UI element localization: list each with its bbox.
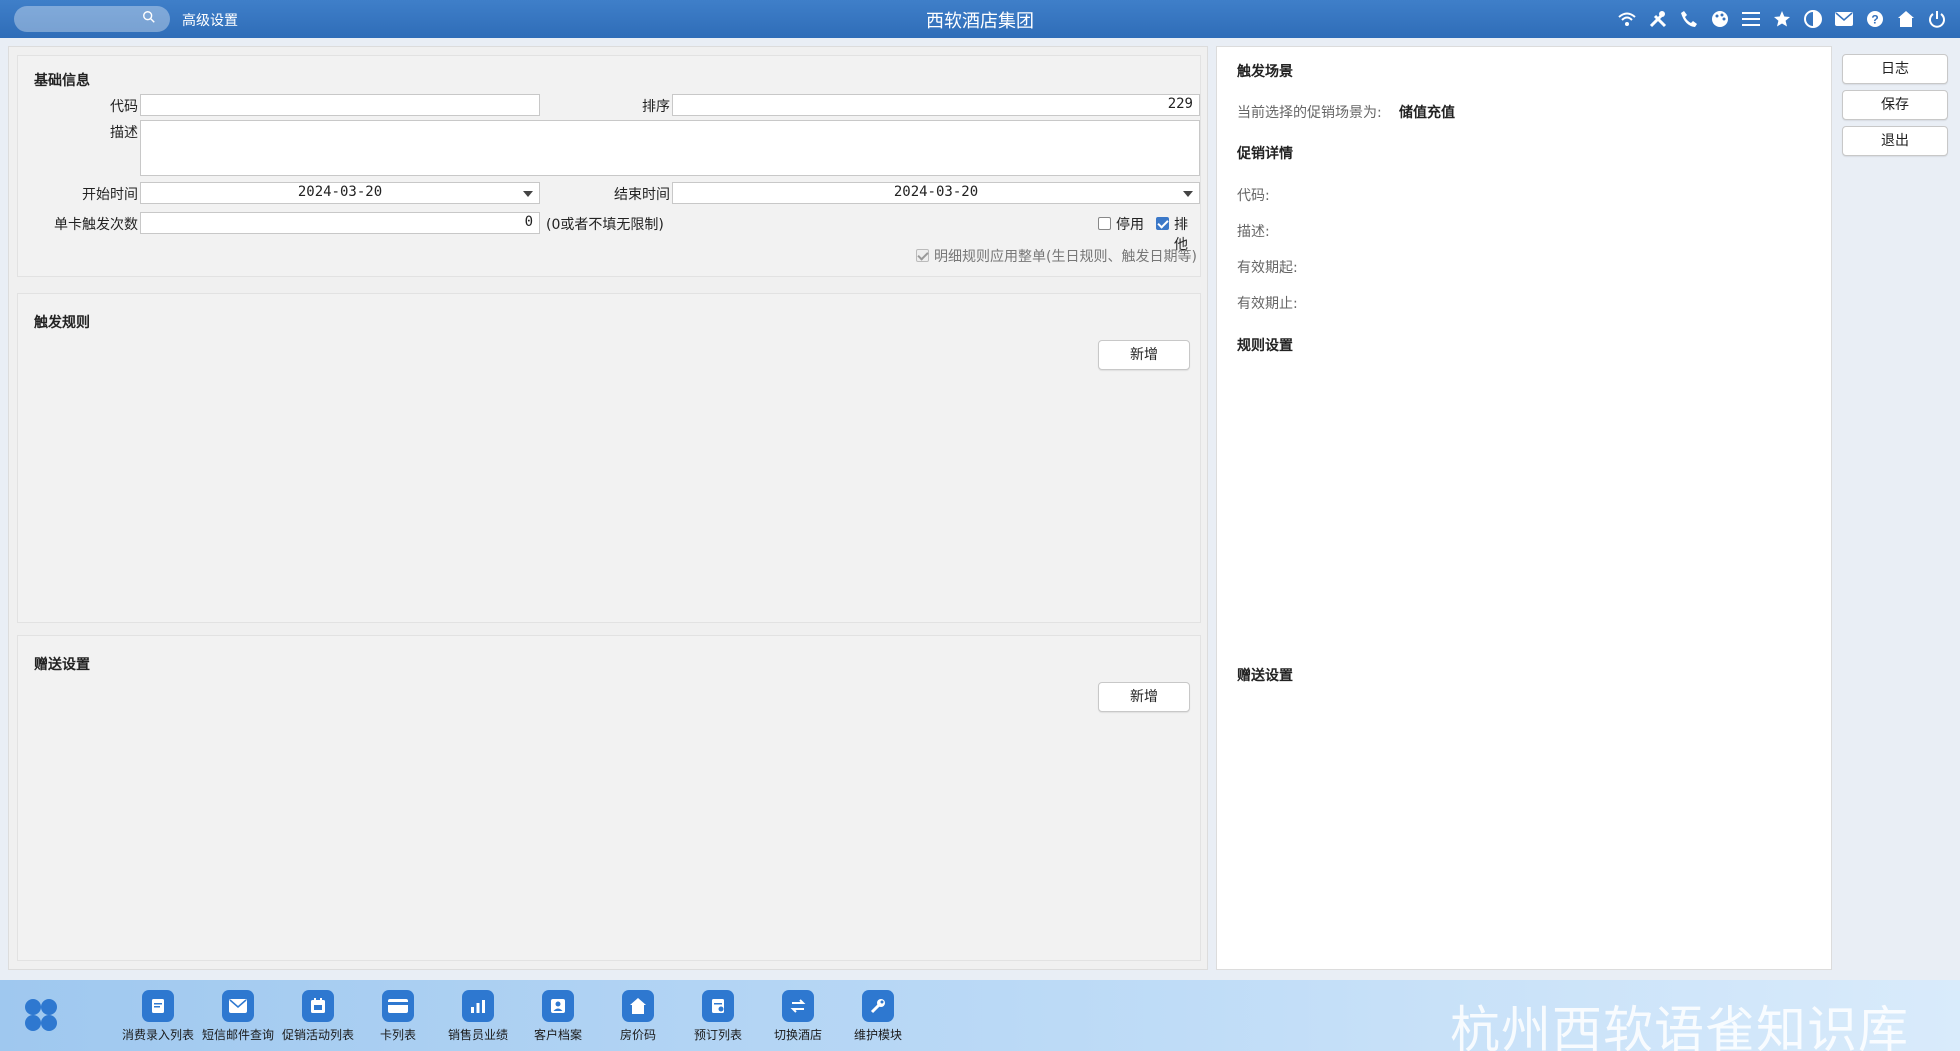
calendar-icon	[302, 990, 334, 1022]
watermark-text: 杭州西软语雀知识库	[1450, 1001, 1909, 1051]
mail-icon	[222, 990, 254, 1022]
rule-settings-title: 规则设置	[1237, 338, 1293, 354]
sort-input[interactable]: 229	[672, 94, 1200, 116]
desc-label: 描述	[110, 125, 138, 141]
start-time-value: 2024-03-20	[297, 184, 383, 200]
taskbar-item-maintenance[interactable]: 维护模块	[838, 990, 918, 1043]
exclusive-checkbox[interactable]	[1156, 217, 1169, 230]
menu-icon[interactable]	[1740, 8, 1762, 30]
taskbar-item-customer-profile[interactable]: 客户档案	[518, 990, 598, 1043]
taskbar-item-booking-list[interactable]: 预订列表	[678, 990, 758, 1043]
trigger-count-label: 单卡触发次数	[54, 217, 138, 233]
wifi-icon[interactable]	[1616, 8, 1638, 30]
scene-value: 储值充值	[1399, 105, 1455, 121]
power-icon[interactable]	[1926, 8, 1948, 30]
code-input[interactable]	[140, 94, 540, 116]
trigger-count-input[interactable]: 0	[140, 212, 540, 234]
add-gift-button[interactable]: 新增	[1098, 682, 1190, 712]
add-trigger-rule-button[interactable]: 新增	[1098, 340, 1190, 370]
scene-prefix: 当前选择的促销场景为:	[1237, 105, 1382, 121]
booking-icon	[702, 990, 734, 1022]
taskbar-item-rate-code[interactable]: 房价码	[598, 990, 678, 1043]
save-button[interactable]: 保存	[1842, 90, 1948, 120]
basic-info-section: 基础信息 代码 排序 229 描述 开始时间 2024-03-20 结束时间 2…	[17, 55, 1201, 277]
switch-icon	[782, 990, 814, 1022]
taskbar-item-card-list[interactable]: 卡列表	[358, 990, 438, 1043]
home-icon[interactable]	[1895, 8, 1917, 30]
trigger-rules-section: 触发规则 新增	[17, 293, 1201, 623]
wrench-icon	[862, 990, 894, 1022]
trigger-rules-title: 触发规则	[34, 315, 90, 331]
app-logo-icon[interactable]	[22, 996, 60, 1034]
home-icon	[622, 990, 654, 1022]
taskbar-item-sms-mail[interactable]: 短信邮件查询	[198, 990, 278, 1043]
edit-doc-icon	[142, 990, 174, 1022]
card-icon	[382, 990, 414, 1022]
star-icon[interactable]	[1771, 8, 1793, 30]
trigger-scene-title: 触发场景	[1237, 64, 1293, 80]
valid-to-label: 有效期止:	[1237, 296, 1298, 312]
top-icon-bar: ?	[1616, 8, 1948, 30]
left-panel: 基础信息 代码 排序 229 描述 开始时间 2024-03-20 结束时间 2…	[8, 46, 1208, 970]
end-time-label: 结束时间	[614, 187, 670, 203]
detail-rule-checkbox[interactable]	[916, 249, 929, 262]
taskbar-item-switch-hotel[interactable]: 切换酒店	[758, 990, 838, 1043]
basic-info-title: 基础信息	[34, 73, 90, 89]
disable-label: 停用	[1116, 217, 1144, 233]
sort-label: 排序	[642, 99, 670, 115]
gift-settings-title: 赠送设置	[34, 657, 90, 673]
svg-text:?: ?	[1871, 13, 1878, 27]
profile-icon	[542, 990, 574, 1022]
disable-checkbox[interactable]	[1098, 217, 1111, 230]
mail-icon[interactable]	[1833, 8, 1855, 30]
gift-settings-right-title: 赠送设置	[1237, 668, 1293, 684]
promo-code-label: 代码:	[1237, 188, 1270, 204]
taskbar-item-consumption-list[interactable]: 消费录入列表	[118, 990, 198, 1043]
start-time-label: 开始时间	[82, 187, 138, 203]
code-label: 代码	[110, 99, 138, 115]
log-button[interactable]: 日志	[1842, 54, 1948, 84]
desc-textarea[interactable]	[140, 120, 1200, 176]
start-time-picker[interactable]: 2024-03-20	[140, 182, 540, 204]
chevron-down-icon	[523, 191, 533, 197]
help-icon[interactable]: ?	[1864, 8, 1886, 30]
chevron-down-icon	[1183, 191, 1193, 197]
trigger-count-hint: (0或者不填无限制)	[546, 217, 664, 233]
top-bar: 高级设置 西软酒店集团 ?	[0, 0, 1960, 38]
gift-settings-section: 赠送设置 新增	[17, 635, 1201, 961]
valid-from-label: 有效期起:	[1237, 260, 1298, 276]
taskbar-item-promo-list[interactable]: 促销活动列表	[278, 990, 358, 1043]
taskbar-item-sales-performance[interactable]: 销售员业绩	[438, 990, 518, 1043]
detail-rule-label: 明细规则应用整单(生日规则、触发日期等)	[934, 249, 1197, 265]
phone-icon[interactable]	[1678, 8, 1700, 30]
palette-icon[interactable]	[1709, 8, 1731, 30]
end-time-picker[interactable]: 2024-03-20	[672, 182, 1200, 204]
chart-icon	[462, 990, 494, 1022]
promo-desc-label: 描述:	[1237, 224, 1270, 240]
end-time-value: 2024-03-20	[893, 184, 979, 200]
right-panel: 触发场景 当前选择的促销场景为: 储值充值 促销详情 代码: 描述: 有效期起:…	[1216, 46, 1832, 970]
promo-detail-title: 促销详情	[1237, 146, 1293, 162]
contrast-icon[interactable]	[1802, 8, 1824, 30]
exit-button[interactable]: 退出	[1842, 126, 1948, 156]
tools-icon[interactable]	[1647, 8, 1669, 30]
